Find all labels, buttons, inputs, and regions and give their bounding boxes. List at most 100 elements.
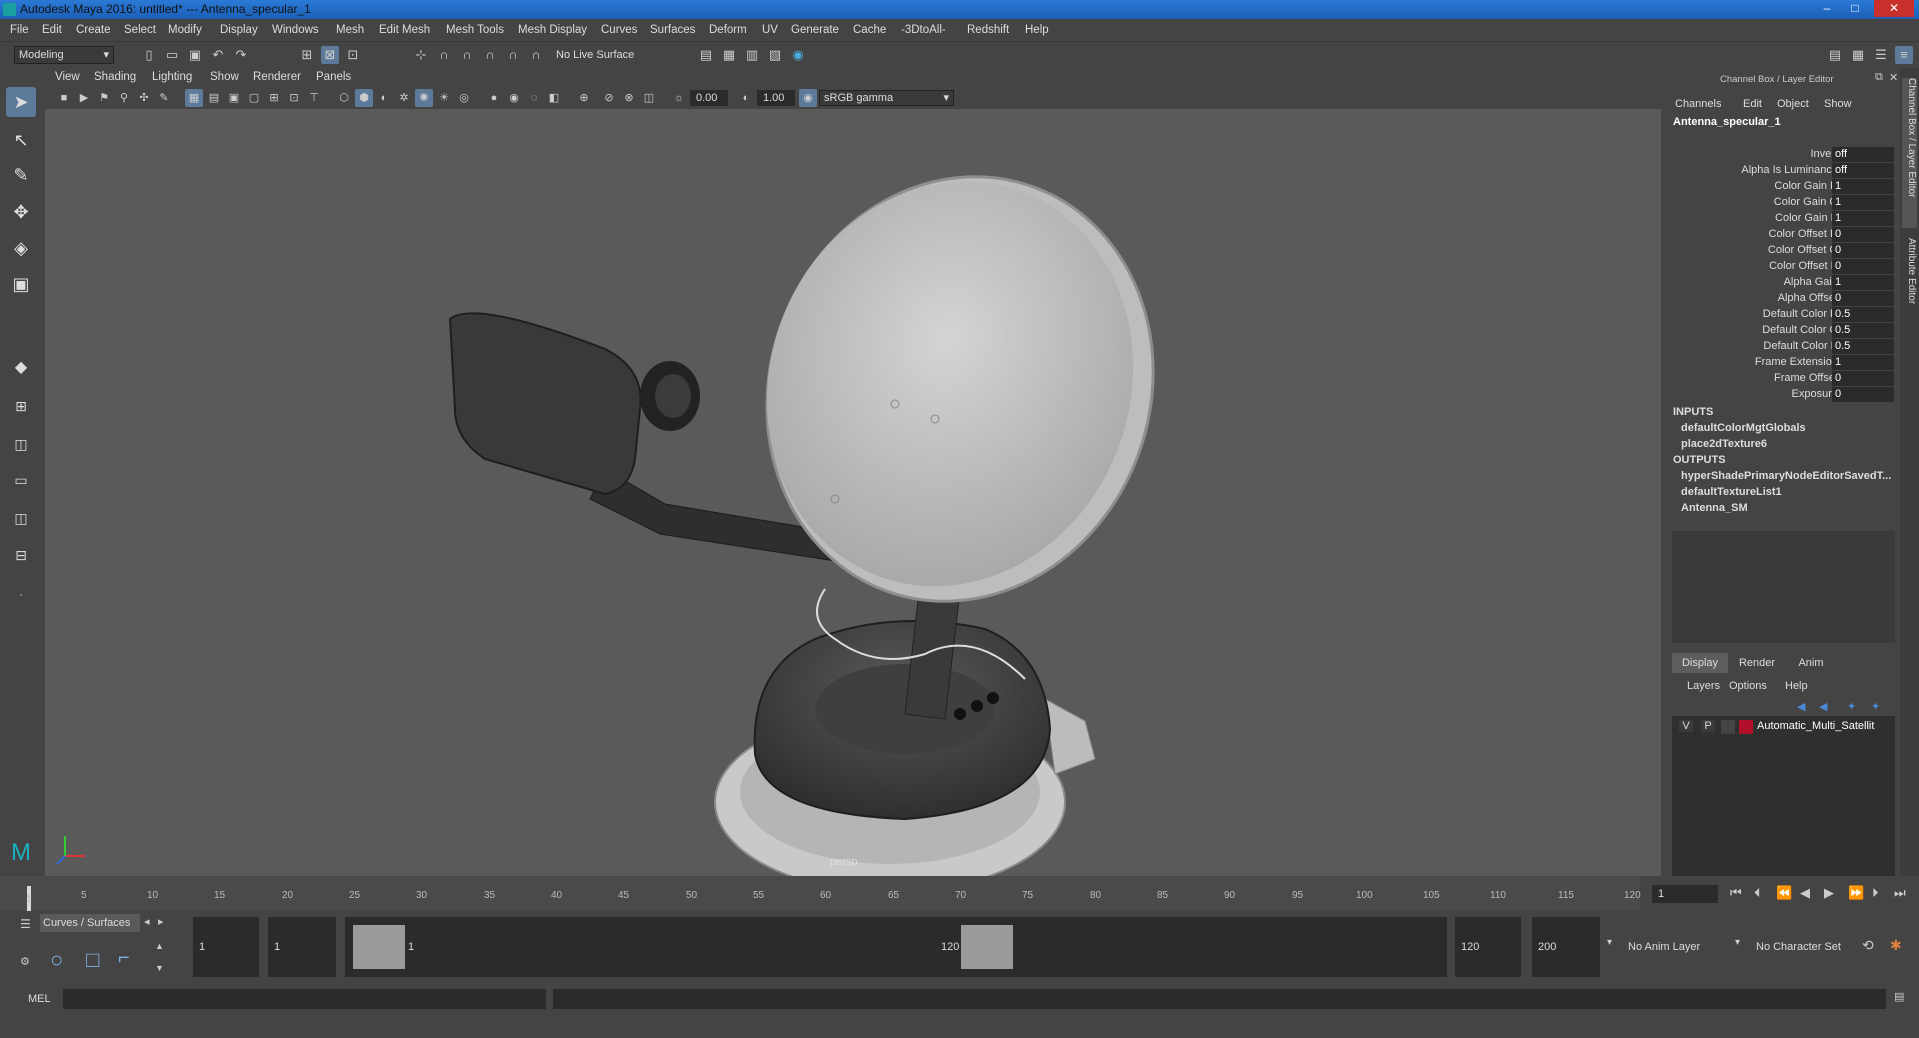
menu-file[interactable]: File — [10, 24, 29, 36]
smooth-shade-icon[interactable]: ⬢ — [355, 89, 373, 107]
camera-attributes-icon[interactable]: ▶ — [75, 89, 93, 107]
attr-row[interactable]: Frame Offset 0 — [1667, 371, 1900, 387]
layer-tab-anim[interactable]: Anim — [1786, 653, 1836, 673]
attr-row[interactable]: Default Color B 0.5 — [1667, 339, 1900, 355]
select-tool-icon[interactable]: ➤ — [6, 87, 36, 117]
range-slider-end-handle[interactable] — [961, 925, 1013, 969]
play-forwards-icon[interactable]: ▶ — [1824, 885, 1834, 901]
outliner-icon[interactable]: ☰ — [1872, 46, 1890, 64]
menu-3dtoall[interactable]: -3DtoAll- — [901, 24, 946, 36]
attr-value[interactable]: 1 — [1832, 355, 1894, 370]
shelf-menu-icon[interactable]: ☰ — [20, 917, 31, 931]
character-set-selector[interactable]: No Character Set — [1750, 917, 1860, 977]
depth-of-field-icon[interactable]: ◌ — [525, 89, 543, 107]
open-scene-icon[interactable]: ▭ — [163, 46, 181, 64]
animation-preferences-icon[interactable]: ✱ — [1890, 937, 1902, 954]
wireframe-on-shaded-icon[interactable]: ◐ — [375, 89, 393, 107]
attr-value[interactable]: 0.5 — [1832, 307, 1894, 322]
save-scene-icon[interactable]: ▣ — [186, 46, 204, 64]
paint-select-icon[interactable]: ✎ — [6, 160, 36, 190]
layer-menu-options[interactable]: Options — [1729, 680, 1767, 692]
step-forward-frame-icon[interactable]: ⏵ — [1872, 885, 1879, 901]
layer-playback-toggle[interactable]: P — [1701, 720, 1715, 732]
command-input[interactable] — [63, 989, 546, 1009]
attr-value[interactable]: 0 — [1832, 387, 1894, 402]
snap-view-icon[interactable]: ∩ — [481, 46, 499, 64]
workspace-icon[interactable]: ▤ — [1826, 46, 1844, 64]
x-ray-joints-icon[interactable]: ⊘ — [600, 89, 618, 107]
menu-help[interactable]: Help — [1025, 24, 1049, 36]
bookmark-icon[interactable]: ⚑ — [95, 89, 113, 107]
attr-row[interactable]: Invert off — [1667, 147, 1900, 163]
attr-value[interactable]: 0.5 — [1832, 339, 1894, 354]
new-layer-selected-icon[interactable]: ✦ — [1871, 700, 1880, 713]
attr-value[interactable]: off — [1832, 163, 1894, 178]
current-frame-field[interactable]: 1 — [1652, 885, 1718, 903]
cb-menu-object[interactable]: Object — [1777, 98, 1809, 110]
attr-value[interactable]: 0 — [1832, 371, 1894, 386]
menu-curves[interactable]: Curves — [601, 24, 637, 36]
nurbs-square-icon[interactable]: □ — [86, 947, 99, 973]
rotate-tool-icon[interactable]: ◈ — [6, 233, 36, 263]
menu-windows[interactable]: Windows — [272, 24, 319, 36]
layer-menu-layers[interactable]: Layers — [1687, 680, 1720, 692]
gate-mask-icon[interactable]: ▢ — [245, 89, 263, 107]
maximize-button[interactable]: □ — [1842, 0, 1868, 17]
shelf-settings-icon[interactable]: ⚙ — [20, 955, 30, 968]
color-management-icon[interactable]: ◉ — [799, 89, 817, 107]
attr-value[interactable]: off — [1832, 147, 1894, 162]
grid-icon[interactable]: ▦ — [185, 89, 203, 107]
chevron-down-icon[interactable]: ▾ — [1607, 937, 1612, 948]
live-surface-label[interactable]: No Live Surface — [556, 49, 634, 61]
anti-aliasing-icon[interactable]: ◉ — [505, 89, 523, 107]
layer-name[interactable]: Automatic_Multi_Satellit — [1757, 720, 1874, 732]
attr-row[interactable]: Alpha Offset 0 — [1667, 291, 1900, 307]
vp-menu-panels[interactable]: Panels — [316, 71, 351, 83]
vp-menu-show[interactable]: Show — [210, 71, 239, 83]
move-tool-icon[interactable]: ✥ — [6, 197, 36, 227]
layer-visibility-toggle[interactable]: V — [1679, 720, 1693, 732]
move-layer-down-icon[interactable]: ◀ — [1819, 700, 1827, 713]
more-layouts-icon[interactable]: · — [6, 579, 36, 609]
attr-value[interactable]: 1 — [1832, 179, 1894, 194]
menu-mesh[interactable]: Mesh — [336, 24, 364, 36]
field-chart-icon[interactable]: ⊞ — [265, 89, 283, 107]
attr-row[interactable]: Color Gain R1 — [1667, 179, 1900, 195]
range-slider[interactable]: 1 120 — [345, 917, 1447, 977]
resolution-gate-icon[interactable]: ▣ — [225, 89, 243, 107]
menu-edit[interactable]: Edit — [42, 24, 62, 36]
attr-row[interactable]: Color Gain B1 — [1667, 211, 1900, 227]
gamma-field[interactable]: 1.00 — [757, 90, 795, 106]
playback-end-field[interactable]: 120 — [1455, 917, 1521, 977]
backface-culling-icon[interactable]: ◫ — [640, 89, 658, 107]
layer-color-swatch[interactable] — [1739, 720, 1753, 734]
float-panel-icon[interactable]: ⧉ — [1875, 71, 1883, 84]
menu-modify[interactable]: Modify — [168, 24, 202, 36]
menu-select[interactable]: Select — [124, 24, 156, 36]
x-ray-icon[interactable]: ⊕ — [575, 89, 593, 107]
attr-row[interactable]: Alpha Is Luminance off — [1667, 163, 1900, 179]
attr-row[interactable]: Color Offset B0 — [1667, 259, 1900, 275]
step-back-frame-icon[interactable]: ⏴ — [1754, 885, 1761, 901]
layer-row[interactable]: V P Automatic_Multi_Satellit — [1676, 719, 1891, 735]
film-gate-icon[interactable]: ▤ — [205, 89, 223, 107]
output-node[interactable]: defaultTextureList1 — [1681, 486, 1782, 498]
cb-menu-channels[interactable]: Channels — [1675, 98, 1721, 110]
hypershade-icon[interactable]: ◉ — [789, 46, 807, 64]
attr-value[interactable]: 1 — [1832, 275, 1894, 290]
motion-blur-icon[interactable]: ● — [485, 89, 503, 107]
menu-edit-mesh[interactable]: Edit Mesh — [379, 24, 430, 36]
two-view-icon[interactable]: ◫ — [6, 429, 36, 459]
node-name[interactable]: Antenna_specular_1 — [1673, 116, 1781, 128]
snap-curve-icon[interactable]: ∩ — [435, 46, 453, 64]
vp-menu-renderer[interactable]: Renderer — [253, 71, 301, 83]
attr-value[interactable]: 1 — [1832, 211, 1894, 226]
menu-deform[interactable]: Deform — [709, 24, 747, 36]
ambient-occlusion-icon[interactable]: ◎ — [455, 89, 473, 107]
persp-graph-icon[interactable]: ◫ — [6, 503, 36, 533]
script-language-label[interactable]: MEL — [28, 993, 51, 1005]
shelf-scroll-left-icon[interactable]: ◂ — [144, 915, 150, 928]
side-tab-attribute-editor[interactable]: Attribute Editor — [1902, 238, 1917, 338]
color-space-dropdown[interactable]: sRGB gamma ▾ — [819, 90, 954, 106]
x-ray-active-icon[interactable]: ⊗ — [620, 89, 638, 107]
